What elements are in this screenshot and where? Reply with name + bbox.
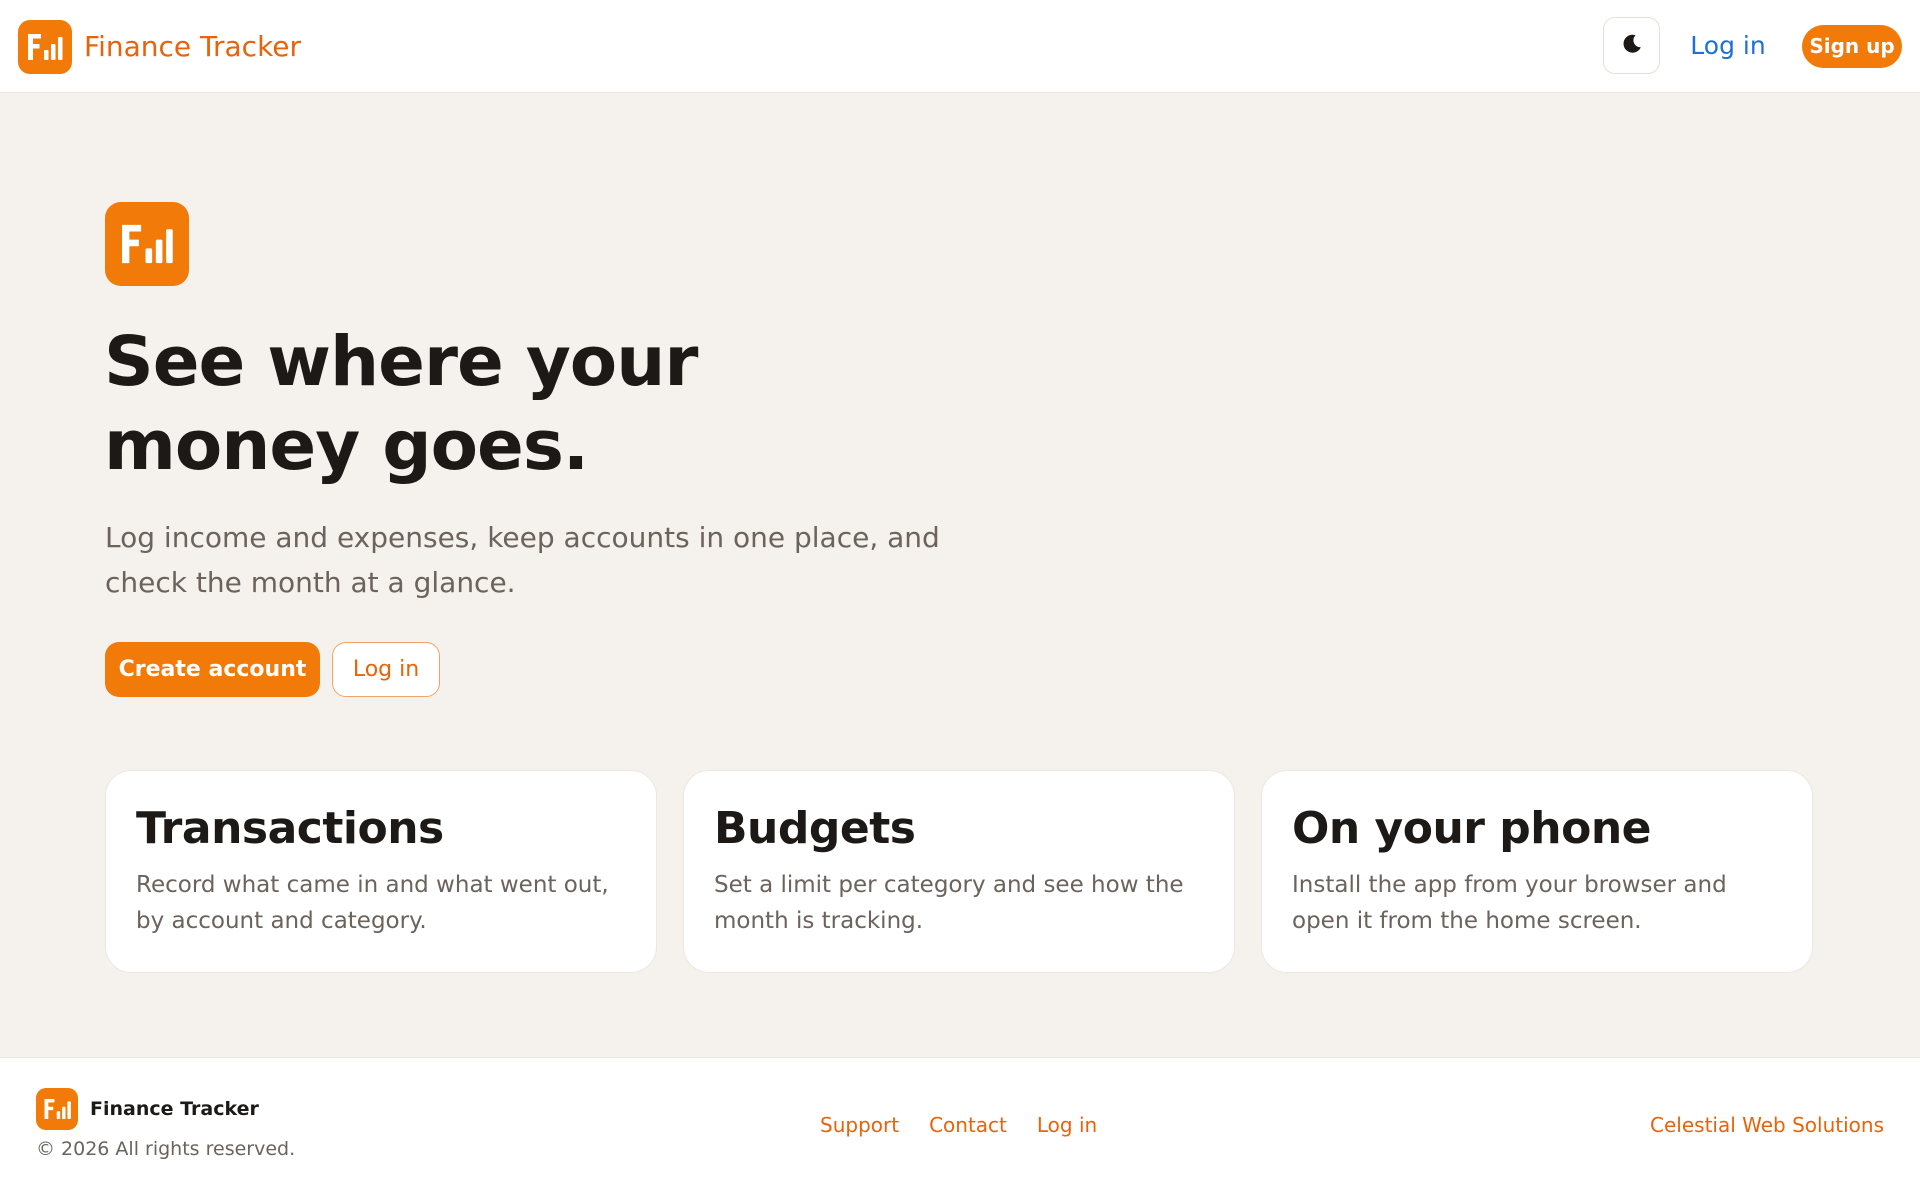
hero-subtitle: Log income and expenses, keep accounts i…	[105, 515, 1005, 605]
feature-card-text-line: by account and category.	[136, 908, 427, 934]
footer-credit-link[interactable]: Celestial Web Solutions	[1650, 1113, 1884, 1137]
hero-login-button[interactable]: Log in	[332, 642, 440, 697]
footer-navigation: Support Contact Log in	[820, 1113, 1097, 1137]
footer-brand: Finance Tracker	[36, 1088, 259, 1130]
hero-title: See where your money goes.	[104, 320, 1004, 488]
feature-card-text: Set a limit per category and see how the…	[714, 867, 1204, 939]
feature-card-text-line: Record what came in and what went out,	[136, 872, 609, 898]
feature-card-on-your-phone: On your phone Install the app from your …	[1261, 770, 1813, 973]
feature-card-transactions: Transactions Record what came in and wha…	[105, 770, 657, 973]
brand-home-link[interactable]: Finance Tracker	[18, 19, 301, 74]
top-navigation-bar: Finance Tracker Log in Sign up	[0, 0, 1920, 93]
feature-card-title: On your phone	[1292, 803, 1652, 854]
hero-subtitle-line: Log income and expenses, keep accounts i…	[105, 521, 940, 554]
feature-card-text: Record what came in and what went out, b…	[136, 867, 626, 939]
feature-card-text-line: Set a limit per category and see how the	[714, 872, 1184, 898]
header-login-link[interactable]: Log in	[1680, 28, 1776, 64]
brand-name: Finance Tracker	[84, 30, 302, 63]
theme-toggle-button[interactable]	[1603, 17, 1660, 74]
hero-title-line: See where your	[104, 322, 698, 402]
signup-button[interactable]: Sign up	[1802, 25, 1902, 68]
hero-subtitle-line: check the month at a glance.	[105, 566, 516, 599]
feature-card-title: Budgets	[714, 803, 916, 854]
footer-link-support[interactable]: Support	[820, 1113, 899, 1137]
copyright-text: © 2026 All rights reserved.	[36, 1138, 296, 1160]
feature-card-budgets: Budgets Set a limit per category and see…	[683, 770, 1235, 973]
feature-card-text: Install the app from your browser and op…	[1292, 867, 1782, 939]
feature-card-text-line: month is tracking.	[714, 908, 924, 934]
finance-tracker-logo-icon	[18, 19, 72, 74]
page-footer: Finance Tracker © 2026 All rights reserv…	[0, 1057, 1920, 1195]
footer-brand-name: Finance Tracker	[90, 1098, 259, 1120]
hero-logo-icon	[105, 202, 189, 286]
feature-card-title: Transactions	[136, 803, 444, 854]
landing-page: Finance Tracker Log in Sign up See where…	[0, 0, 1920, 1195]
feature-card-text-line: open it from the home screen.	[1292, 908, 1642, 934]
footer-logo-icon	[36, 1088, 78, 1130]
footer-link-contact[interactable]: Contact	[929, 1113, 1007, 1137]
feature-card-text-line: Install the app from your browser and	[1292, 872, 1727, 898]
create-account-button[interactable]: Create account	[105, 642, 320, 697]
hero-title-line: money goes.	[104, 406, 589, 486]
moon-icon	[1620, 32, 1644, 59]
footer-link-login[interactable]: Log in	[1037, 1113, 1097, 1137]
